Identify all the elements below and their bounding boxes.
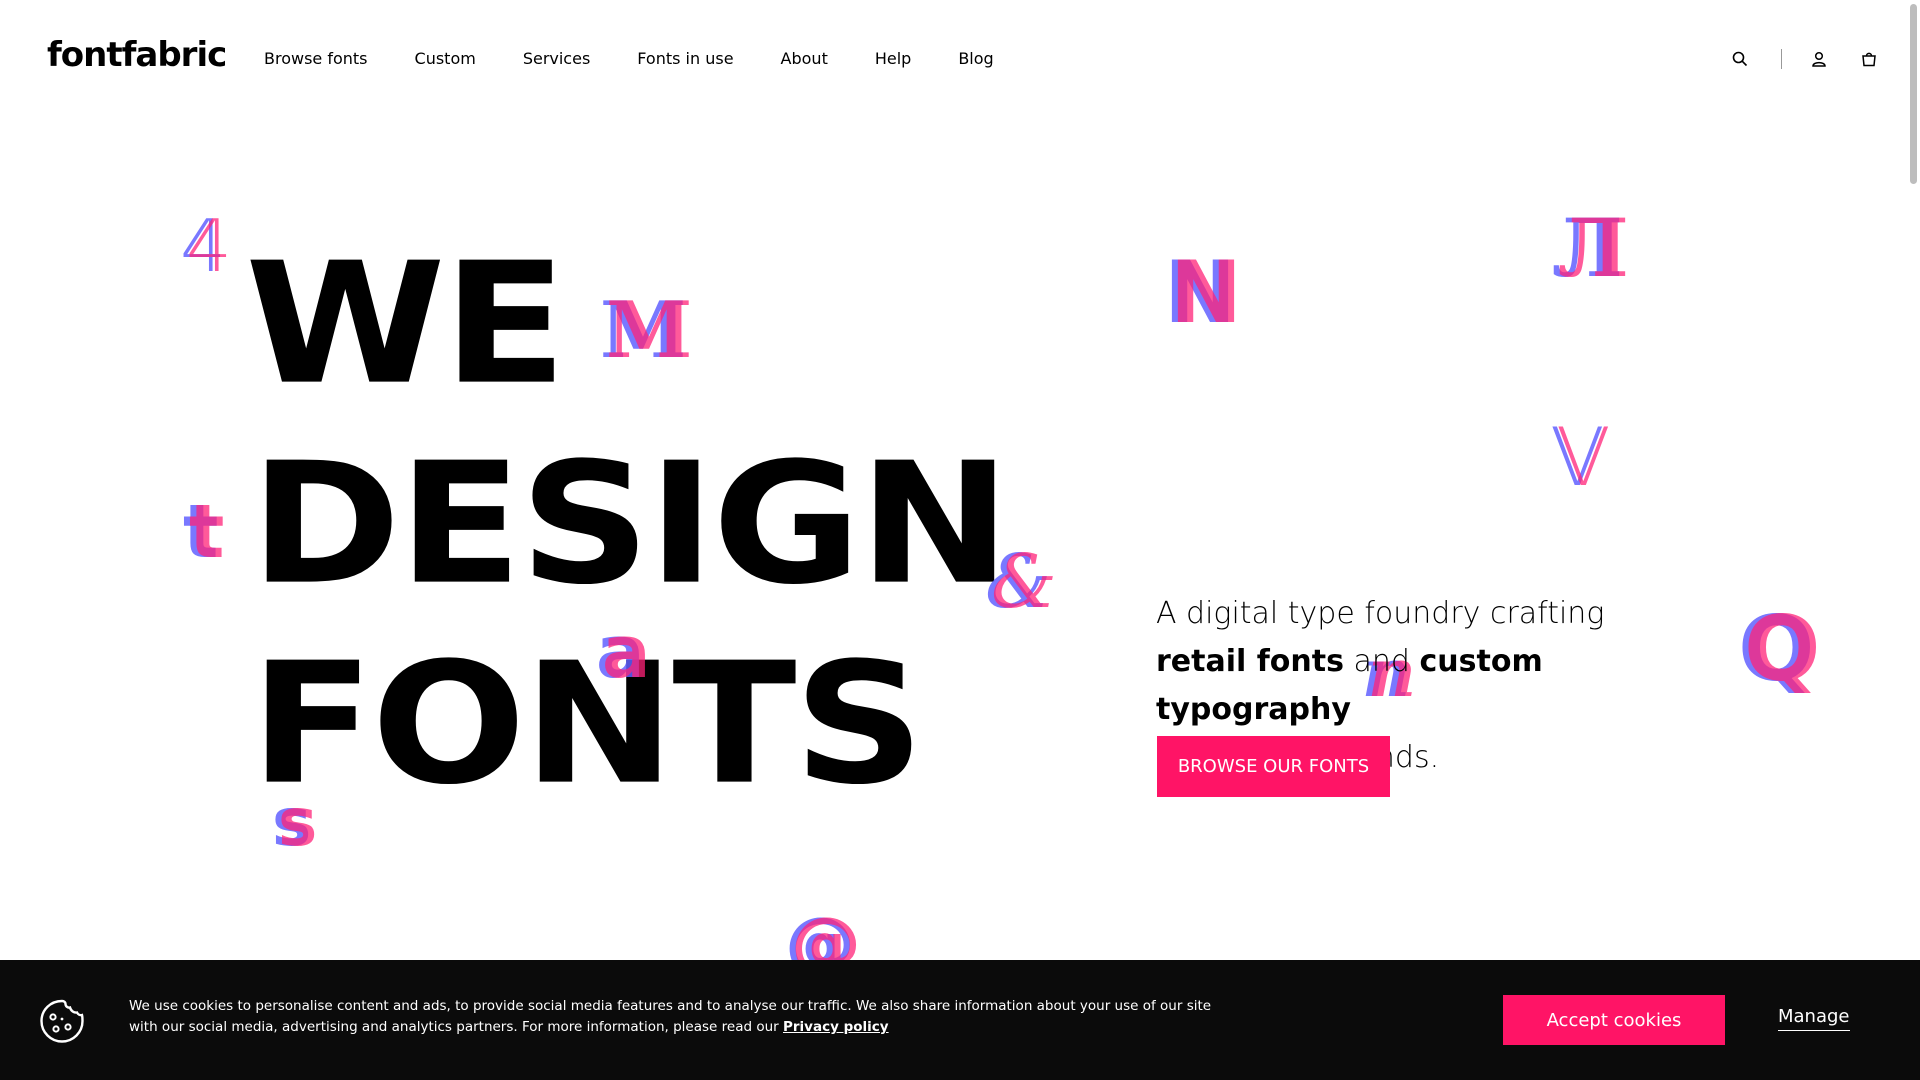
glyph-s: ss [272,784,318,861]
glyph-cyrillic-l: ЛЛ [1552,201,1629,295]
cookie-icon [38,997,86,1050]
glyph-m: MM [600,285,693,376]
header-icons [1729,48,1880,70]
glyph-4: 44 [180,204,232,288]
cart-icon[interactable] [1858,48,1880,70]
privacy-policy-link[interactable]: Privacy policy [783,1019,889,1035]
tagline-bold-retail: retail fonts [1156,644,1344,679]
glyph-q: QQ [1738,597,1821,702]
tagline-text-pre: A digital type foundry crafting [1156,596,1605,631]
site-header: fontfabric Browse fonts Custom Services … [0,0,1920,120]
nav-fonts-in-use[interactable]: Fonts in use [637,49,733,68]
accept-cookies-button[interactable]: Accept cookies [1503,995,1725,1045]
header-divider [1781,49,1782,69]
logo[interactable]: fontfabric [47,35,227,75]
glyph-ampersand: & & [985,539,1057,625]
manage-cookies-link[interactable]: Manage [1778,1006,1850,1031]
glyph-v: VV [1550,411,1611,504]
scrollbar[interactable] [1906,0,1920,960]
user-icon[interactable] [1808,48,1830,70]
nav-help[interactable]: Help [875,49,911,68]
browse-our-fonts-button[interactable]: BROWSE OUR FONTS [1157,736,1390,797]
nav-blog[interactable]: Blog [958,49,993,68]
hero-line-3: FONTS [250,626,925,822]
cookie-message-text: We use cookies to personalise content an… [129,998,1212,1035]
scrollbar-thumb[interactable] [1910,4,1917,184]
nav-browse-fonts[interactable]: Browse fonts [264,49,368,68]
glyph-n: NN [1164,243,1242,343]
glyph-t: tt [183,489,225,575]
cookie-message: We use cookies to personalise content an… [129,996,1229,1038]
main-nav: Browse fonts Custom Services Fonts in us… [264,49,1041,68]
nav-services[interactable]: Services [523,49,590,68]
nav-custom[interactable]: Custom [415,49,476,68]
tagline-and: and [1353,644,1410,679]
search-icon[interactable] [1729,48,1751,70]
hero-line-1: WE [245,226,567,422]
nav-about[interactable]: About [781,49,828,68]
glyph-a: aa [596,610,651,694]
hero-line-2: DESIGN [250,426,1011,622]
